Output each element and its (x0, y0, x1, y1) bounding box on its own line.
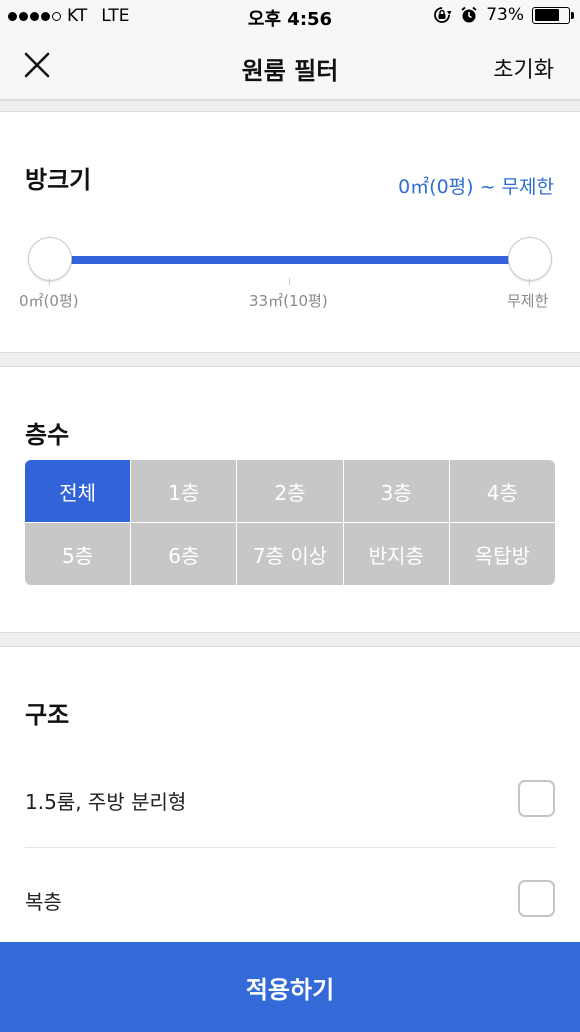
structure-option-checkbox[interactable] (518, 780, 555, 817)
slider-tick (529, 278, 530, 285)
slider-tick-label-min: 0㎡(0평) (19, 292, 79, 310)
alarm-icon (461, 6, 477, 23)
structure-option-row[interactable]: 복층 (25, 848, 555, 948)
floor-option-5[interactable]: 5층 (25, 523, 131, 585)
nav-bar: 원룸 필터 초기화 (0, 32, 580, 100)
floor-option-rooftop[interactable]: 옥탑방 (449, 523, 555, 585)
apply-button[interactable]: 적용하기 (0, 942, 580, 1032)
section-divider (0, 352, 580, 367)
room-size-range: 0㎡(0평) ~ 무제한 (398, 176, 554, 198)
section-divider (0, 100, 580, 112)
slider-tick (49, 278, 50, 285)
battery-icon (532, 6, 574, 24)
structure-option-label: 복층 (25, 890, 62, 914)
floor-option-2[interactable]: 2층 (237, 460, 343, 522)
slider-tick-label-max: 무제한 (507, 292, 549, 310)
slider-tick (289, 278, 290, 285)
floor-option-1[interactable]: 1층 (131, 460, 237, 522)
battery-fill (534, 9, 559, 21)
slider-tick-label-mid: 33㎡(10평) (249, 292, 328, 310)
floor-option-7-plus[interactable]: 7층 이상 (237, 523, 343, 585)
slider-min-thumb[interactable] (28, 237, 72, 281)
status-right: 73% (432, 5, 574, 25)
floor-option-semi-basement[interactable]: 반지층 (343, 523, 449, 585)
section-divider (0, 632, 580, 647)
reset-button[interactable]: 초기화 (493, 52, 554, 84)
room-size-title: 방크기 (25, 166, 92, 194)
slider-track[interactable] (50, 256, 530, 264)
structure-option-label: 1.5룸, 주방 분리형 (25, 790, 187, 814)
floors-section: 층수 전체 1층 2층 3층 4층 5층 6층 7층 이상 반지층 옥탑방 (0, 367, 580, 632)
structure-section: 구조 1.5룸, 주방 분리형 복층 (0, 647, 580, 942)
floor-option-all[interactable]: 전체 (25, 460, 131, 522)
battery-percent: 73% (486, 5, 524, 25)
room-size-section: 방크기 0㎡(0평) ~ 무제한 0㎡(0평) 33㎡(10평) 무제한 (0, 112, 580, 352)
floor-options-grid: 전체 1층 2층 3층 4층 5층 6층 7층 이상 반지층 옥탑방 (25, 460, 555, 585)
structure-option-row[interactable]: 1.5룸, 주방 분리형 (25, 748, 555, 848)
rotation-lock-icon (434, 7, 452, 23)
floors-title: 층수 (25, 421, 70, 449)
structure-title: 구조 (25, 701, 70, 729)
floor-option-6[interactable]: 6층 (131, 523, 237, 585)
status-bar: KT LTE 오후 4:56 73% (0, 0, 580, 32)
slider-max-thumb[interactable] (508, 237, 552, 281)
structure-option-checkbox[interactable] (518, 880, 555, 917)
floor-option-4[interactable]: 4층 (449, 460, 555, 522)
floor-option-3[interactable]: 3층 (343, 460, 449, 522)
